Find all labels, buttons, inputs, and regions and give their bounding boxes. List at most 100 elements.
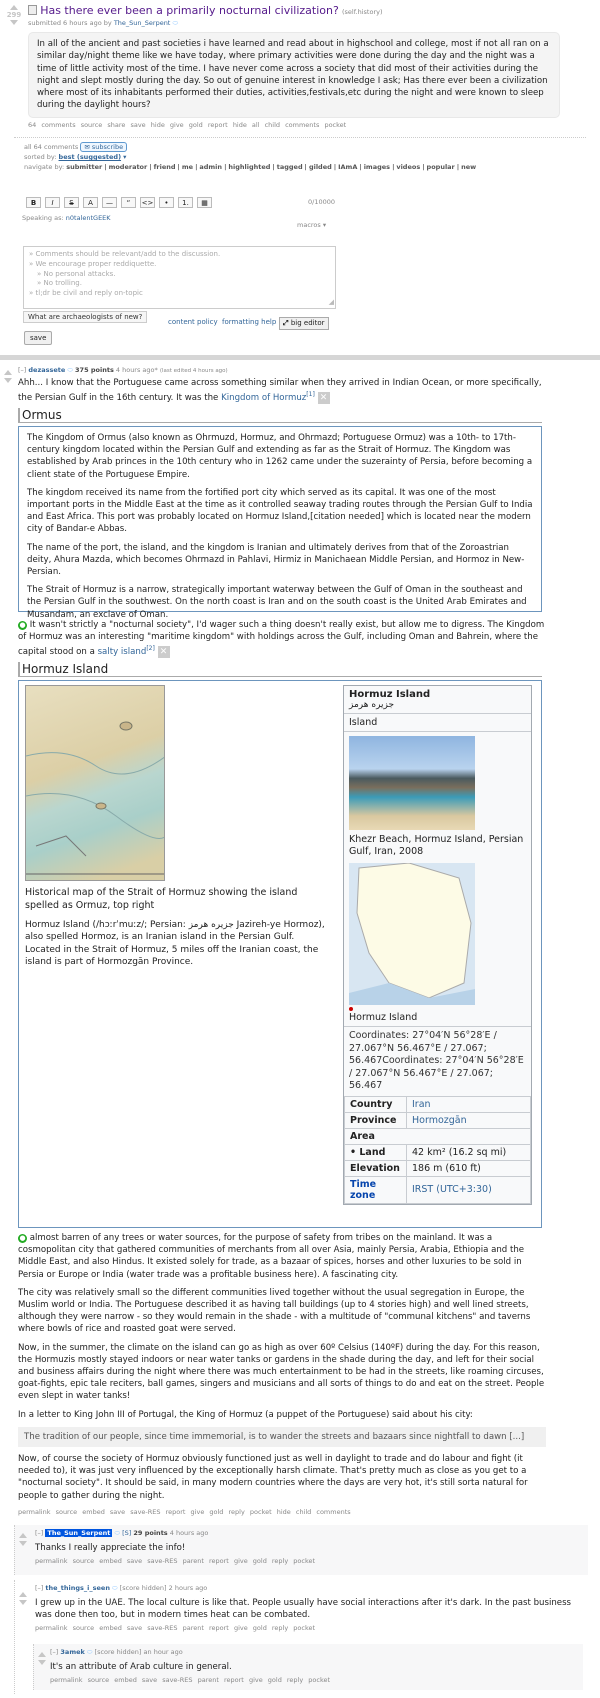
comment-link[interactable]: save (127, 1624, 142, 1632)
formatting-help-link[interactable]: formatting help (222, 318, 276, 326)
post-link[interactable]: 64 comments (28, 121, 76, 129)
comment-link[interactable]: reply (287, 1676, 303, 1684)
upvote-icon[interactable] (19, 1592, 27, 1597)
infobox-key[interactable]: Time zone (344, 1175, 407, 1204)
upvote-icon[interactable] (4, 370, 12, 375)
comment-link[interactable]: reply (229, 1508, 245, 1516)
infobox-value[interactable]: Iran (406, 1095, 531, 1113)
coordinates[interactable]: Coordinates: 27°04′N 56°28′E / 27.067°N … (344, 1027, 531, 1096)
post-link[interactable]: hide (151, 121, 165, 129)
comment-link[interactable]: save (110, 1508, 125, 1516)
comment-link[interactable]: save (142, 1676, 157, 1684)
collapse-toggle[interactable]: [–] (35, 1584, 43, 1592)
nav-friend[interactable]: friend (154, 163, 176, 171)
post-link[interactable]: source (81, 121, 103, 129)
comment-link[interactable]: permalink (50, 1676, 83, 1684)
comment-link[interactable]: give gold (249, 1676, 282, 1684)
nav-videos[interactable]: videos (396, 163, 420, 171)
downvote-icon[interactable] (19, 1541, 27, 1546)
comment-link[interactable]: give gold (234, 1557, 267, 1565)
comment-author[interactable]: dezassete (28, 366, 65, 374)
comment-link[interactable]: parent (183, 1624, 204, 1632)
nav-popular[interactable]: popular (427, 163, 455, 171)
code-button[interactable]: <> (140, 197, 155, 208)
post-domain[interactable]: (self.history) (342, 8, 383, 16)
wiki-link-hormuz[interactable]: Kingdom of Hormuz (221, 393, 306, 403)
comment-link[interactable]: report (166, 1508, 186, 1516)
bullet-list-button[interactable]: • (159, 197, 174, 208)
italic-button[interactable]: I (45, 197, 60, 208)
comment-link[interactable]: embed (82, 1508, 105, 1516)
numbered-list-button[interactable]: 1. (178, 197, 193, 208)
comment-link[interactable]: embed (114, 1676, 137, 1684)
downvote-icon[interactable] (19, 1600, 27, 1605)
comment-link[interactable]: report (209, 1624, 229, 1632)
close-icon[interactable]: ✕ (157, 646, 170, 659)
comment-link[interactable]: permalink (35, 1624, 68, 1632)
comment-link[interactable]: embed (99, 1624, 122, 1632)
subscribe-button[interactable]: ✉ subscribe (80, 142, 128, 152)
comment-author[interactable]: 3amek (60, 1648, 84, 1656)
collapse-toggle[interactable]: [–] (35, 1529, 43, 1537)
collapse-toggle[interactable]: [–] (18, 366, 26, 374)
comment-link[interactable]: hide child comments (277, 1508, 351, 1516)
quote-button[interactable]: “ (121, 197, 136, 208)
nav-admin[interactable]: admin (199, 163, 222, 171)
nav-submitter[interactable]: submitter (66, 163, 102, 171)
infobox-value[interactable]: IRST (UTC+3:30) (406, 1175, 531, 1204)
upvote-icon[interactable] (19, 1533, 27, 1538)
bold-button[interactable]: B (26, 197, 41, 208)
comment-link[interactable]: permalink (35, 1557, 68, 1565)
post-link[interactable]: report (208, 121, 228, 129)
resize-handle-icon[interactable]: ◢ (329, 298, 334, 308)
close-icon[interactable]: ✕ (317, 392, 330, 405)
comment-author[interactable]: The_Sun_Serpent (45, 1529, 113, 1537)
collapse-toggle[interactable]: [–] (50, 1648, 58, 1656)
comment-link[interactable]: pocket (250, 1508, 272, 1516)
nav-new[interactable]: new (461, 163, 476, 171)
macros-button[interactable]: macros ▾ (297, 221, 326, 229)
nav-moderator[interactable]: moderator (109, 163, 148, 171)
chevron-down-icon[interactable]: ▾ (123, 153, 126, 161)
comment-link[interactable]: save-RES (147, 1557, 177, 1565)
comment-link[interactable]: save (127, 1557, 142, 1565)
speaking-as-user[interactable]: n0talentGEEK (66, 214, 111, 222)
save-button[interactable]: save (24, 331, 53, 345)
expand-icon[interactable]: ● (18, 621, 27, 630)
comment-link[interactable]: save-RES (130, 1508, 160, 1516)
comment-link[interactable]: permalink (18, 1508, 51, 1516)
comment-link[interactable]: reply (272, 1557, 288, 1565)
sort-select[interactable]: best (suggested) (59, 153, 122, 161)
comment-link[interactable]: pocket (293, 1624, 315, 1632)
comment-link[interactable]: reply (272, 1624, 288, 1632)
post-title[interactable]: Has there ever been a primarily nocturna… (40, 4, 339, 17)
comment-link[interactable]: report (209, 1557, 229, 1565)
comment-link[interactable]: source (56, 1508, 78, 1516)
content-policy-link[interactable]: content policy (168, 318, 218, 326)
comment-link[interactable]: parent (198, 1676, 219, 1684)
big-editor-button[interactable]: ⤢ big editor (279, 317, 329, 330)
table-button[interactable]: ▦ (197, 197, 212, 208)
comment-link[interactable]: parent (183, 1557, 204, 1565)
comment-link[interactable]: source (73, 1624, 95, 1632)
comment-link[interactable]: embed (99, 1557, 122, 1565)
upvote-icon[interactable] (38, 1652, 46, 1657)
comment-link[interactable]: source (88, 1676, 110, 1684)
comment-author[interactable]: the_things_i_seen (45, 1584, 110, 1592)
nav-tagged[interactable]: tagged (277, 163, 303, 171)
downvote-icon[interactable] (38, 1660, 46, 1665)
comment-link[interactable]: pocket (293, 1557, 315, 1565)
nav-gilded[interactable]: gilded (309, 163, 332, 171)
suggested-question[interactable]: What are archaeologists of new? (23, 311, 148, 323)
downvote-icon[interactable] (10, 20, 18, 25)
nav-iama[interactable]: IAmA (338, 163, 357, 171)
comment-link[interactable]: give gold (234, 1624, 267, 1632)
expand-icon[interactable]: ● (18, 1234, 27, 1243)
comment-link[interactable]: pocket (308, 1676, 330, 1684)
nav-me[interactable]: me (182, 163, 193, 171)
wiki-link-salty-island[interactable]: salty island (98, 647, 147, 657)
strike-button[interactable]: S (64, 197, 79, 208)
post-author[interactable]: The_Sun_Serpent (114, 19, 171, 27)
post-link[interactable]: pocket (324, 121, 346, 129)
comment-link[interactable]: give gold (191, 1508, 224, 1516)
